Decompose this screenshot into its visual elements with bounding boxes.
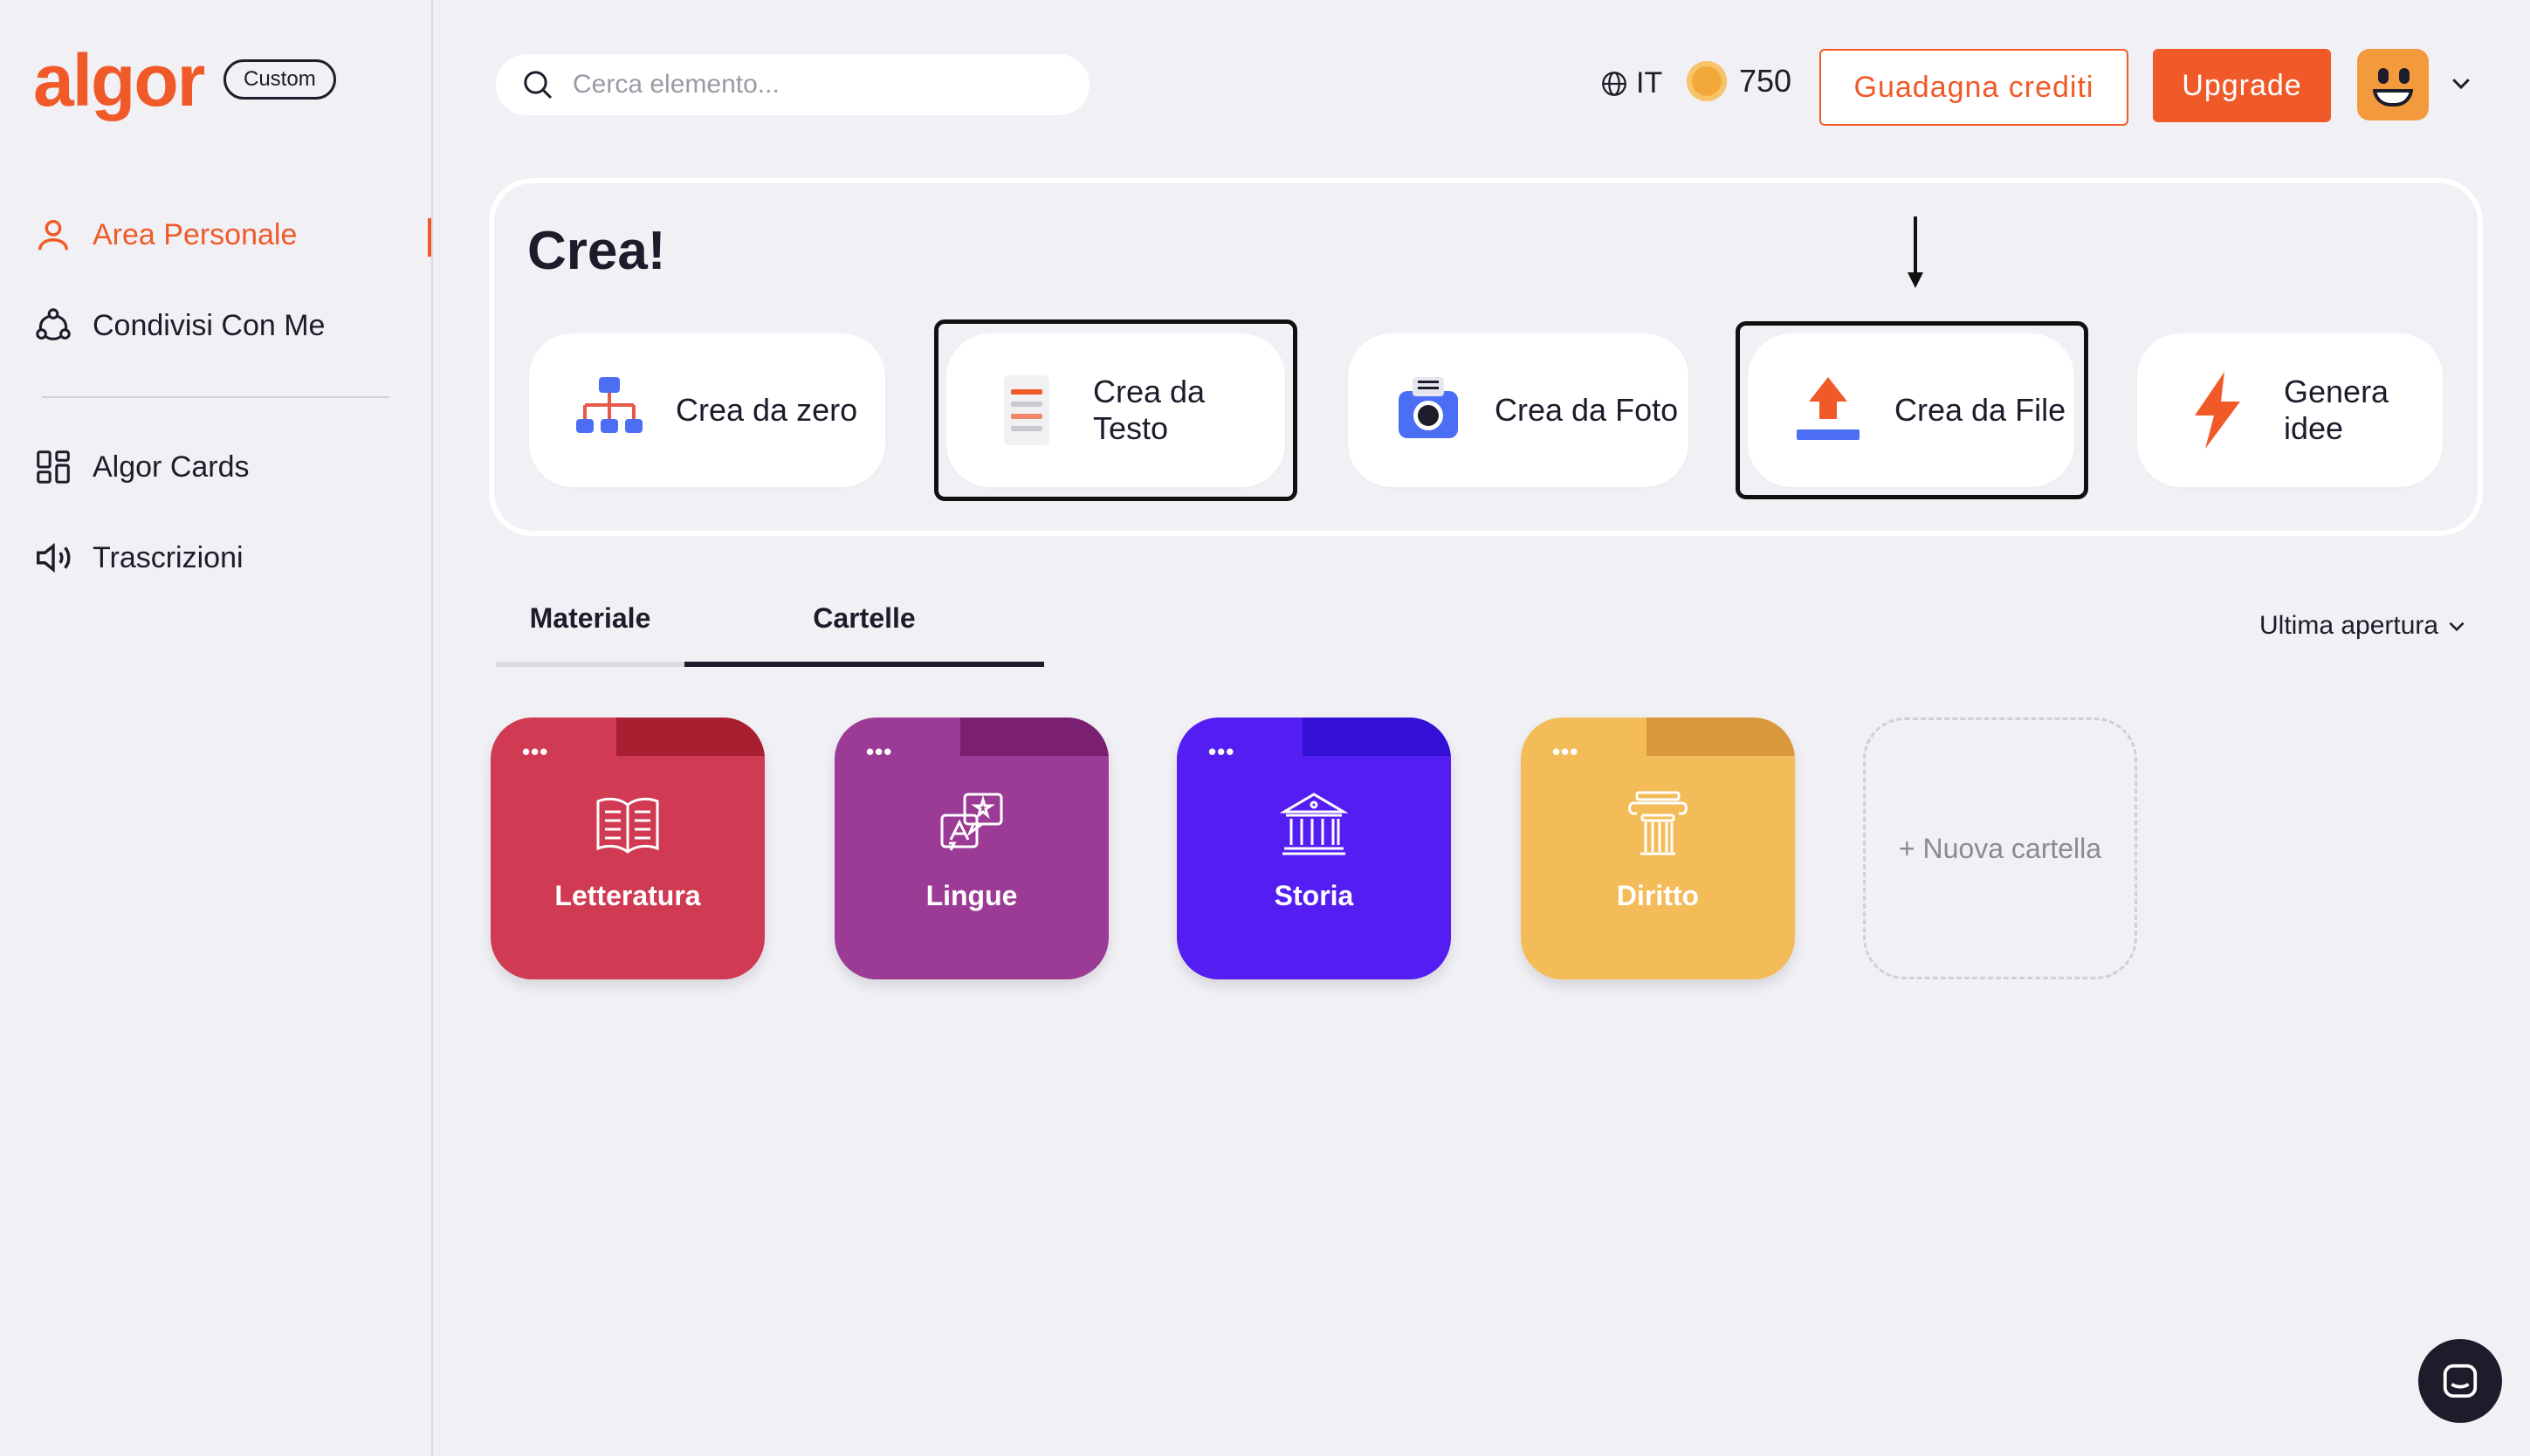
credits-counter[interactable]: 750 (1687, 61, 1791, 101)
highlight-box (934, 319, 1297, 501)
lightning-icon (2195, 372, 2240, 449)
avatar-eye (2399, 68, 2410, 84)
column-icon (1628, 791, 1688, 855)
sidebar-item-label: Algor Cards (93, 450, 250, 484)
search-icon (524, 71, 553, 100)
create-from-photo-card[interactable]: Crea da Foto (1348, 333, 1688, 487)
sidebar-item-algor-cards[interactable]: Algor Cards (33, 447, 250, 487)
earn-credits-button[interactable]: Guadagna crediti (1819, 49, 2128, 126)
tab-underline (496, 662, 684, 667)
search-input[interactable] (571, 69, 1063, 100)
card-label: Crea da Foto (1495, 392, 1679, 428)
folder-letteratura[interactable]: ••• Letteratura (491, 718, 765, 979)
upgrade-button[interactable]: Upgrade (2153, 49, 2331, 122)
cards-grid-icon (37, 450, 70, 484)
sidebar-divider (42, 396, 389, 398)
active-indicator (428, 218, 431, 257)
more-options-icon[interactable]: ••• (1552, 740, 1578, 763)
language-label: IT (1636, 66, 1663, 100)
create-from-scratch-card[interactable]: Crea da zero (529, 333, 885, 487)
folder-tab (960, 718, 1109, 756)
avatar-mouth (2373, 89, 2413, 106)
card-label: Crea da zero (676, 392, 858, 428)
sidebar-item-label: Condivisi Con Me (93, 308, 326, 342)
open-book-icon (596, 797, 659, 854)
language-selector[interactable]: IT (1599, 66, 1662, 100)
folder-name: Storia (1274, 880, 1354, 911)
card-label: Genera idee (2284, 374, 2389, 446)
highlight-box (1736, 321, 2088, 499)
search-bar[interactable] (496, 54, 1090, 115)
user-icon (38, 219, 69, 251)
translate-icon (940, 793, 1003, 851)
folder-name: Lingue (925, 880, 1018, 911)
new-folder-button[interactable]: + Nuova cartella (1863, 718, 2137, 979)
folder-tab (616, 718, 765, 756)
more-options-icon[interactable]: ••• (522, 740, 548, 763)
tab-active-underline (684, 662, 1044, 667)
globe-icon (1602, 71, 1626, 96)
share-users-icon (36, 308, 71, 340)
folder-name: Diritto (1616, 880, 1700, 911)
sort-dropdown[interactable]: Ultima apertura (2259, 611, 2468, 641)
folder-diritto[interactable]: ••• Diritto (1521, 718, 1795, 979)
museum-icon (1279, 793, 1349, 855)
tab-materiale[interactable]: Materiale (496, 602, 684, 662)
folder-tab (1303, 718, 1451, 756)
sidebar: algor Custom Area Personale Condivisi Co… (0, 0, 433, 1456)
sidebar-item-area-personale[interactable]: Area Personale (33, 215, 297, 255)
coin-icon (1687, 61, 1727, 101)
tab-cartelle[interactable]: Cartelle (684, 602, 1044, 662)
sidebar-item-trascrizioni[interactable]: Trascrizioni (33, 538, 244, 578)
support-chat-button[interactable] (2418, 1339, 2502, 1423)
algor-logo[interactable]: algor (33, 44, 205, 117)
chevron-down-icon (2449, 622, 2465, 632)
speaker-icon (37, 542, 71, 573)
folder-storia[interactable]: ••• Storia (1177, 718, 1451, 979)
sort-label: Ultima apertura (2259, 611, 2439, 640)
chat-icon (2443, 1363, 2478, 1398)
avatar[interactable] (2357, 49, 2429, 120)
avatar-eye (2378, 68, 2389, 84)
sidebar-item-label: Trascrizioni (93, 540, 244, 574)
credits-value: 750 (1739, 63, 1792, 99)
chevron-down-icon[interactable] (2448, 70, 2474, 96)
create-title: Crea! (527, 221, 666, 281)
camera-icon (1399, 377, 1458, 438)
generate-ideas-card[interactable]: Genera idee (2137, 333, 2443, 487)
mindmap-icon (576, 377, 643, 433)
sidebar-item-label: Area Personale (93, 217, 298, 251)
arrow-down-icon (1908, 216, 1923, 288)
folder-name: Letteratura (554, 880, 701, 911)
folder-lingue[interactable]: ••• Lingue (835, 718, 1109, 979)
sidebar-item-condivisi[interactable]: Condivisi Con Me (33, 306, 325, 346)
folder-tab (1647, 718, 1795, 756)
more-options-icon[interactable]: ••• (866, 740, 892, 763)
more-options-icon[interactable]: ••• (1208, 740, 1234, 763)
plan-badge: Custom (223, 59, 336, 100)
